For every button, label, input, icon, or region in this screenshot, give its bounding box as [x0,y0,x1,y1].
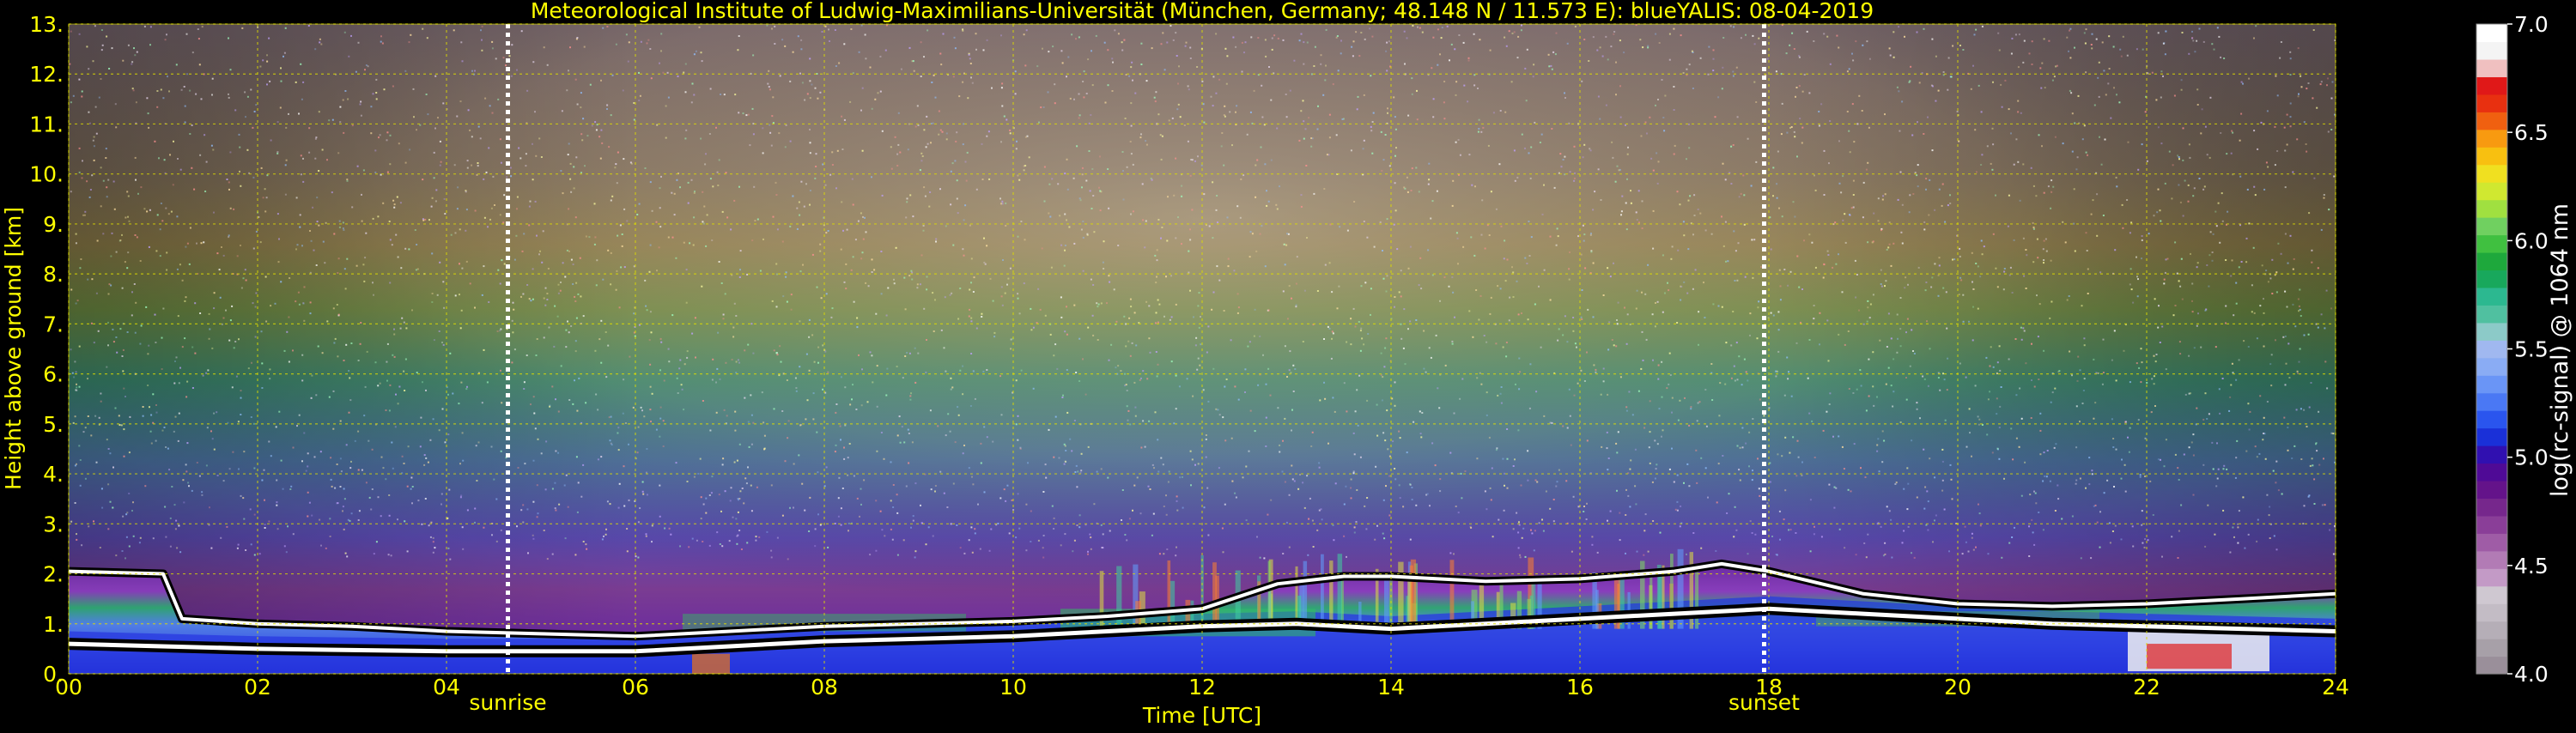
x-tick-label: 02 [244,675,271,700]
colorbar-cell [2476,375,2507,393]
plume [1170,581,1176,629]
colorbar-cell [2476,288,2507,306]
colorbar-cell [2476,340,2507,358]
colorbar-cells [2476,24,2507,675]
x-tick-label: 12 [1188,675,1216,700]
plume [1321,554,1324,629]
y-tick-label: 12. [29,62,64,87]
y-tick-label: 4. [43,462,64,487]
y-tick-label: 3. [43,512,64,536]
colorbar-cell [2476,551,2507,569]
x-tick-label: 16 [1566,675,1594,700]
colorbar-cell [2476,445,2507,463]
colorbar-cell [2476,112,2507,130]
morning-red [692,654,730,674]
colorbar-cell [2476,165,2507,183]
colorbar-cell [2476,463,2507,481]
colorbar-cell [2476,639,2507,657]
y-tick-label: 7. [43,312,64,336]
y-tick-label: 13. [29,12,64,37]
colorbar-cell [2476,533,2507,551]
colorbar-cell [2476,603,2507,621]
colorbar-cell [2476,217,2507,235]
colorbar-cell [2476,270,2507,288]
colorbar-tick-label: 6.5 [2514,120,2549,145]
colorbar-cell [2476,586,2507,604]
colorbar-cell [2476,41,2507,59]
plume [1398,562,1403,629]
colorbar-tick-label: 6.0 [2514,228,2549,253]
colorbar-tick-label: 4.5 [2514,554,2549,579]
colorbar-cell [2476,305,2507,323]
colorbar-cell [2476,130,2507,148]
x-tick-label: 24 [2322,675,2349,700]
colorbar-cell [2476,323,2507,341]
colorbar-cell [2476,498,2507,516]
evening-layer [2147,644,2232,669]
plume [1168,560,1171,629]
colorbar-cell [2476,182,2507,200]
event-labels: sunrise sunset [469,690,1800,715]
y-tick-label: 11. [29,112,64,136]
colorbar-cell [2476,657,2507,675]
plume [1695,566,1698,628]
plume [1411,560,1416,629]
colorbar-cell [2476,621,2507,639]
y-tick-labels: 0. 1. 2. 3. 4. 5. 6. 7. 8. 9. 10. 11. 12. 13. [29,12,64,687]
y-tick-label: 9. [43,212,64,237]
colorbar-tick-label: 5.0 [2514,445,2549,470]
colorbar-tick-label: 4.0 [2514,662,2549,687]
x-tick-label: 10 [999,675,1027,700]
plot-area [69,24,2337,674]
y-tick-label: 10. [29,162,64,187]
x-axis-label: Time [UTC] [1142,703,1261,728]
colorbar-cell [2476,200,2507,218]
colorbar-label: log(rc-signal) @ 1064 nm [2547,203,2573,497]
colorbar-cell [2476,393,2507,411]
y-tick-label: 5. [43,412,64,437]
colorbar-cell [2476,428,2507,446]
lidar-chart: 00020406081012141618202224 0.1.2.3.4.5.6… [0,0,2576,730]
x-tick-label: 22 [2133,675,2160,700]
colorbar-tick-label: 7.0 [2514,12,2549,37]
plume [1329,560,1333,629]
colorbar-cell [2476,252,2507,270]
colorbar-cell [2476,94,2507,112]
x-tick-label: 06 [622,675,649,700]
chart-title: Meteorological Institute of Ludwig-Maxim… [531,0,1874,23]
colorbar-cell [2476,410,2507,428]
colorbar-cell [2476,235,2507,253]
colorbar-cell [2476,59,2507,77]
y-tick-label: 8. [43,262,64,287]
chart-svg: 00020406081012141618202224 0.1.2.3.4.5.6… [0,0,2576,730]
plume [1450,560,1455,628]
x-tick-label: 08 [811,675,838,700]
colorbar-cell [2476,358,2507,376]
y-tick-label: 1. [43,612,64,637]
x-tick-label: 04 [433,675,460,700]
colorbar-cell [2476,147,2507,165]
colorbar-tick-labels: 4.0 4.5 5.0 5.5 6.0 6.5 7.0 [2507,12,2549,687]
x-tick-labels: 00020406081012141618202224 [55,675,2349,700]
colorbar-cell [2476,568,2507,586]
event-label-sunset: sunset [1728,690,1800,715]
colorbar-cell [2476,24,2507,42]
plume [1338,554,1342,628]
y-tick-label: 2. [43,562,64,587]
y-tick-label: 6. [43,362,64,387]
plume [1384,581,1389,629]
colorbar-tick-label: 5.5 [2514,337,2549,362]
colorbar: 4.0 4.5 5.0 5.5 6.0 6.5 7.0 log(rc-signal) @ 1… [2476,12,2573,687]
y-tick-label: 0. [43,662,64,687]
colorbar-cell [2476,516,2507,534]
colorbar-cell [2476,481,2507,499]
event-label-sunrise: sunrise [469,690,546,715]
x-tick-label: 20 [1944,675,1971,700]
x-tick-label: 14 [1377,675,1405,700]
y-axis-label: Height above ground [km] [1,207,26,490]
colorbar-cell [2476,76,2507,94]
